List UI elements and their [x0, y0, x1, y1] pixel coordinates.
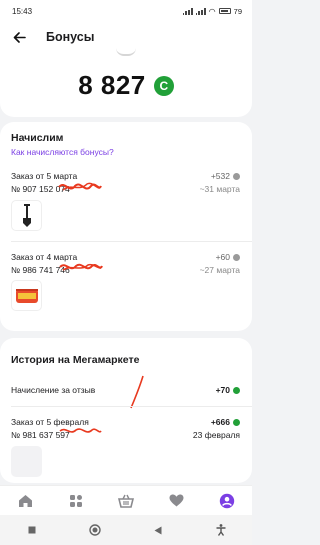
battery-icon — [218, 8, 231, 14]
section-title-accrue: Начислим — [11, 132, 64, 144]
redaction-scribble — [59, 263, 103, 271]
status-icons: ◠ 79 — [182, 6, 242, 16]
balance-row: 8 827 C — [0, 70, 252, 101]
how-bonuses-accrue-link[interactable]: Как начисляются бонусы? — [11, 147, 114, 157]
product-thumbnail[interactable] — [11, 446, 42, 477]
signal-icon — [182, 7, 193, 15]
balance-panel: 8 827 C — [0, 52, 252, 117]
review-accrual-amount: +70 — [216, 385, 240, 395]
profile-icon[interactable] — [215, 489, 239, 513]
arrow-left-icon[interactable] — [10, 28, 28, 46]
bonus-history-card: История на Мегамаркете Начисление за отз… — [0, 338, 252, 483]
signal-icon-2 — [195, 7, 206, 15]
canned-food-icon[interactable] — [11, 280, 42, 311]
redaction-scribble — [130, 375, 144, 409]
home-icon[interactable] — [13, 489, 37, 513]
divider — [11, 241, 252, 242]
amount-value: +666 — [210, 417, 230, 427]
home-button-icon[interactable] — [85, 520, 105, 540]
bottom-navigation — [0, 485, 252, 515]
pending-amount: +60 — [216, 252, 240, 262]
credited-date: 23 февраля — [192, 430, 240, 440]
expected-date: ~27 марта — [199, 265, 240, 275]
section-title-history: История на Мегамаркете — [11, 354, 140, 366]
bonus-balance: 8 827 — [78, 70, 146, 100]
credited-amount: +666 — [211, 417, 240, 427]
drag-handle — [116, 48, 136, 56]
pending-amount: +532 — [211, 171, 240, 181]
wifi-icon: ◠ — [208, 6, 216, 16]
redaction-scribble — [58, 182, 102, 191]
page-title: Бонусы — [46, 30, 95, 44]
review-accrual-label: Начисление за отзыв — [11, 385, 96, 395]
bonus-coin-icon — [233, 386, 240, 394]
expected-date: ~31 марта — [199, 184, 240, 194]
recent-apps-icon[interactable] — [22, 520, 42, 540]
bonus-coin-icon — [233, 418, 240, 426]
amount-value: +532 — [210, 171, 230, 181]
status-time: 15:43 — [12, 6, 33, 16]
redaction-scribble — [59, 428, 102, 433]
shovel-icon[interactable] — [11, 200, 42, 231]
pending-bonuses-card: Начислим Как начисляются бонусы? Заказ о… — [0, 122, 252, 331]
catalog-icon[interactable] — [64, 489, 88, 513]
bonus-coin-icon — [233, 172, 240, 180]
bonus-coin-icon — [233, 253, 240, 261]
divider — [11, 406, 252, 407]
favorites-heart-icon[interactable] — [164, 489, 188, 513]
bonus-coin-icon: C — [153, 75, 174, 96]
amount-value: +60 — [215, 252, 230, 262]
cart-icon[interactable] — [114, 489, 138, 513]
amount-value: +70 — [215, 385, 230, 395]
system-navigation-bar — [0, 515, 252, 545]
battery-level: 79 — [233, 6, 242, 16]
back-triangle-icon[interactable] — [148, 520, 168, 540]
accessibility-icon[interactable] — [211, 520, 231, 540]
status-bar: 15:43 ◠ 79 — [0, 0, 252, 22]
